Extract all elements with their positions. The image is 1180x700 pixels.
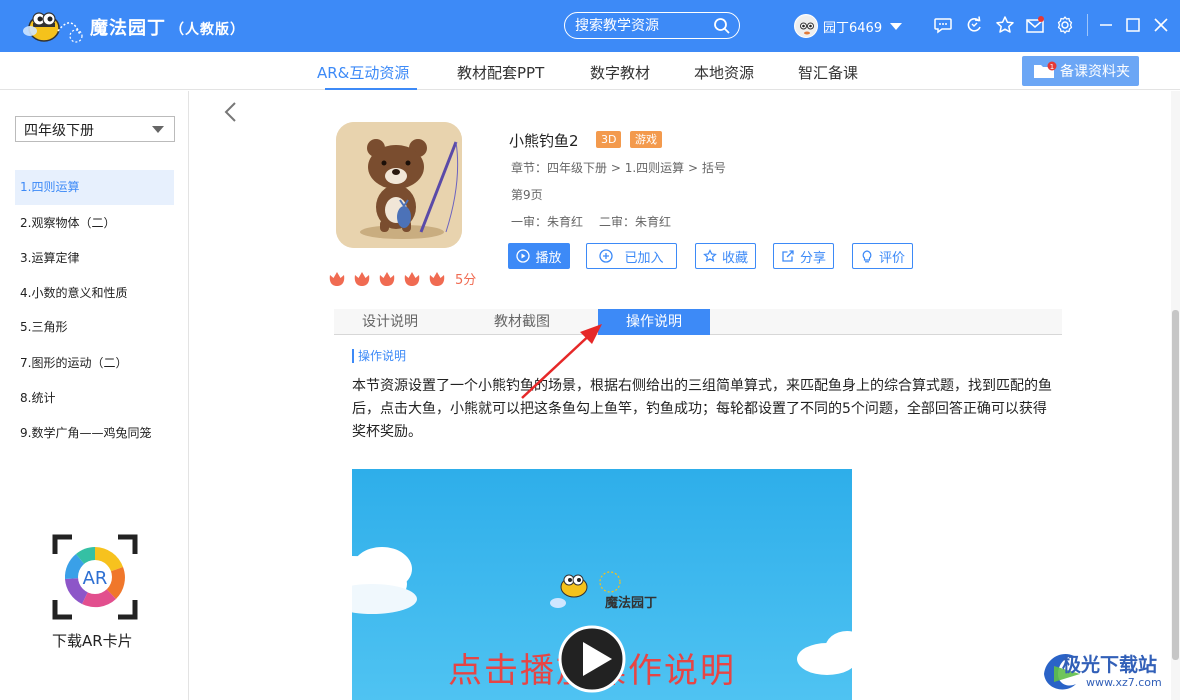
ar-card-icon[interactable]: AR [52, 534, 138, 620]
maximize-icon[interactable] [1123, 15, 1143, 35]
reviewer-1: 一审：朱育红 [511, 215, 584, 229]
annotation-arrow [521, 324, 602, 399]
tab-design-notes[interactable]: 设计说明 [334, 309, 446, 335]
app-edition: （人教版） [170, 22, 245, 38]
star-icon [703, 249, 717, 262]
bear-fishing-image [336, 122, 462, 248]
scrollbar-thumb[interactable] [1172, 310, 1179, 660]
active-tab-indicator [325, 88, 417, 90]
grade-select[interactable]: 四年级下册 [15, 116, 175, 142]
folder-icon: 1 [1034, 61, 1057, 78]
close-icon[interactable] [1151, 15, 1171, 35]
badge-game: 游戏 [630, 131, 662, 148]
reviewer-2: 二审：朱育红 [599, 215, 672, 229]
back-arrow-icon[interactable] [222, 101, 238, 123]
folder-count: 1 [1050, 63, 1054, 71]
user-menu[interactable]: 园丁6469 [794, 13, 903, 39]
rating-score: 5分 [455, 273, 477, 288]
folder-label[interactable]: 备课资料夹 [1060, 61, 1130, 81]
chevron-down-icon[interactable] [890, 22, 903, 30]
flower-rating-icon [429, 271, 445, 286]
play-circle-icon [516, 249, 531, 263]
flower-rating-icon [404, 271, 420, 286]
chapter-path-label: 章节： [511, 161, 548, 175]
video-player[interactable]: 魔法园丁 点击播放操作说明 [352, 469, 852, 700]
nav-tab-digital-textbook[interactable]: 数字教材 [590, 62, 650, 83]
page-number: 第9页 [511, 188, 543, 202]
username[interactable]: 园丁6469 [823, 17, 882, 36]
search-icon[interactable] [713, 17, 731, 35]
resource-thumbnail [336, 122, 462, 248]
nav-tab-local[interactable]: 本地资源 [694, 62, 754, 83]
operation-description: 本节资源设置了一个小熊钓鱼的场景，根据右侧给出的三组简单算式，来匹配鱼身上的综合… [352, 378, 1052, 440]
review-button[interactable]: 评价 [852, 243, 913, 269]
chat-icon[interactable] [933, 15, 953, 35]
added-button-label[interactable]: 已加入 [624, 247, 663, 266]
badge-3d: 3D [596, 131, 622, 148]
favorite-button-label[interactable]: 收藏 [722, 247, 748, 266]
play-button[interactable]: 播放 [508, 243, 570, 269]
sidebar-item-chapter[interactable]: 9.数学广角——鸡兔同笼 [15, 416, 174, 451]
chevron-down-icon[interactable] [152, 126, 164, 133]
watermark-name: 极光下载站 [1062, 654, 1158, 676]
added-button[interactable]: 已加入 [586, 243, 677, 269]
download-ar-card-label[interactable]: 下载AR卡片 [52, 630, 133, 651]
app-name: 魔法园丁 [90, 18, 166, 39]
svg-text:AR: AR [83, 568, 108, 589]
nav-tab-ppt[interactable]: 教材配套PPT [457, 62, 544, 83]
sidebar-item-chapter[interactable]: 3.运算定律 [15, 241, 174, 276]
reviewers: 一审：朱育红 二审：朱育红 [511, 213, 671, 230]
avatar-icon [796, 16, 817, 37]
sidebar-item-chapter[interactable]: 7.图形的运动（二） [15, 346, 174, 381]
flower-rating-icon [329, 271, 345, 286]
review-button-label[interactable]: 评价 [879, 247, 905, 266]
chapter-path: 章节：四年级下册 > 1.四则运算 > 括号 [511, 159, 726, 176]
sidebar-item-chapter[interactable]: 2.观察物体（二） [15, 206, 174, 241]
resource-title: 小熊钓鱼2 [509, 132, 579, 150]
minimize-icon[interactable] [1096, 15, 1116, 35]
title-bar: 魔法园丁（人教版） 园丁6469 [0, 0, 1180, 52]
avatar[interactable] [794, 14, 818, 38]
chapter-path-value: 四年级下册 > 1.四则运算 > 括号 [547, 161, 726, 175]
lesson-folder-button[interactable]: 1 备课资料夹 [1022, 56, 1139, 86]
mail-icon[interactable] [1025, 15, 1045, 35]
top-nav: AR&互动资源 教材配套PPT 数字教材 本地资源 智汇备课 1 备课资料夹 [0, 52, 1180, 90]
favorite-button[interactable]: 收藏 [695, 243, 756, 269]
sidebar: 四年级下册 1.四则运算 2.观察物体（二） 3.运算定律 4.小数的意义和性质… [0, 91, 189, 700]
nav-tab-lesson-prep[interactable]: 智汇备课 [798, 62, 858, 83]
flower-rating-icon [379, 271, 395, 286]
play-icon[interactable] [557, 624, 627, 694]
sidebar-item-chapter[interactable]: 4.小数的意义和性质 [15, 276, 174, 311]
app-logo [23, 12, 83, 43]
grade-select-value[interactable]: 四年级下册 [24, 123, 94, 139]
sidebar-item-chapter[interactable]: 1.四则运算 [15, 170, 174, 205]
tab-operation-guide[interactable]: 操作说明 [598, 309, 710, 335]
share-button-label[interactable]: 分享 [800, 247, 826, 266]
sidebar-item-chapter[interactable]: 5.三角形 [15, 310, 174, 345]
flower-rating-icon [354, 271, 370, 286]
plus-circle-icon [599, 249, 614, 263]
video-logo-text: 魔法园丁 [605, 596, 658, 611]
nav-tab-ar[interactable]: AR&互动资源 [317, 62, 409, 83]
sidebar-item-chapter[interactable]: 8.统计 [15, 381, 174, 416]
rating-stars: 5分 [328, 269, 476, 288]
settings-icon[interactable] [1055, 15, 1075, 35]
refresh-icon[interactable] [964, 15, 984, 35]
detail-tabs: 设计说明 教材截图 操作说明 [334, 309, 1062, 335]
section-heading: 操作说明 [352, 349, 406, 363]
search-input[interactable] [575, 16, 705, 35]
app-title: 魔法园丁 （人教版） [90, 14, 245, 40]
watermark-url: www.xz7.com [1086, 676, 1162, 689]
titlebar-divider [1087, 14, 1088, 36]
search-box[interactable] [564, 12, 740, 39]
play-button-label[interactable]: 播放 [535, 247, 561, 266]
lightbulb-icon [862, 250, 872, 263]
share-button[interactable]: 分享 [773, 243, 834, 269]
share-icon [782, 250, 794, 262]
star-icon[interactable] [995, 15, 1015, 35]
